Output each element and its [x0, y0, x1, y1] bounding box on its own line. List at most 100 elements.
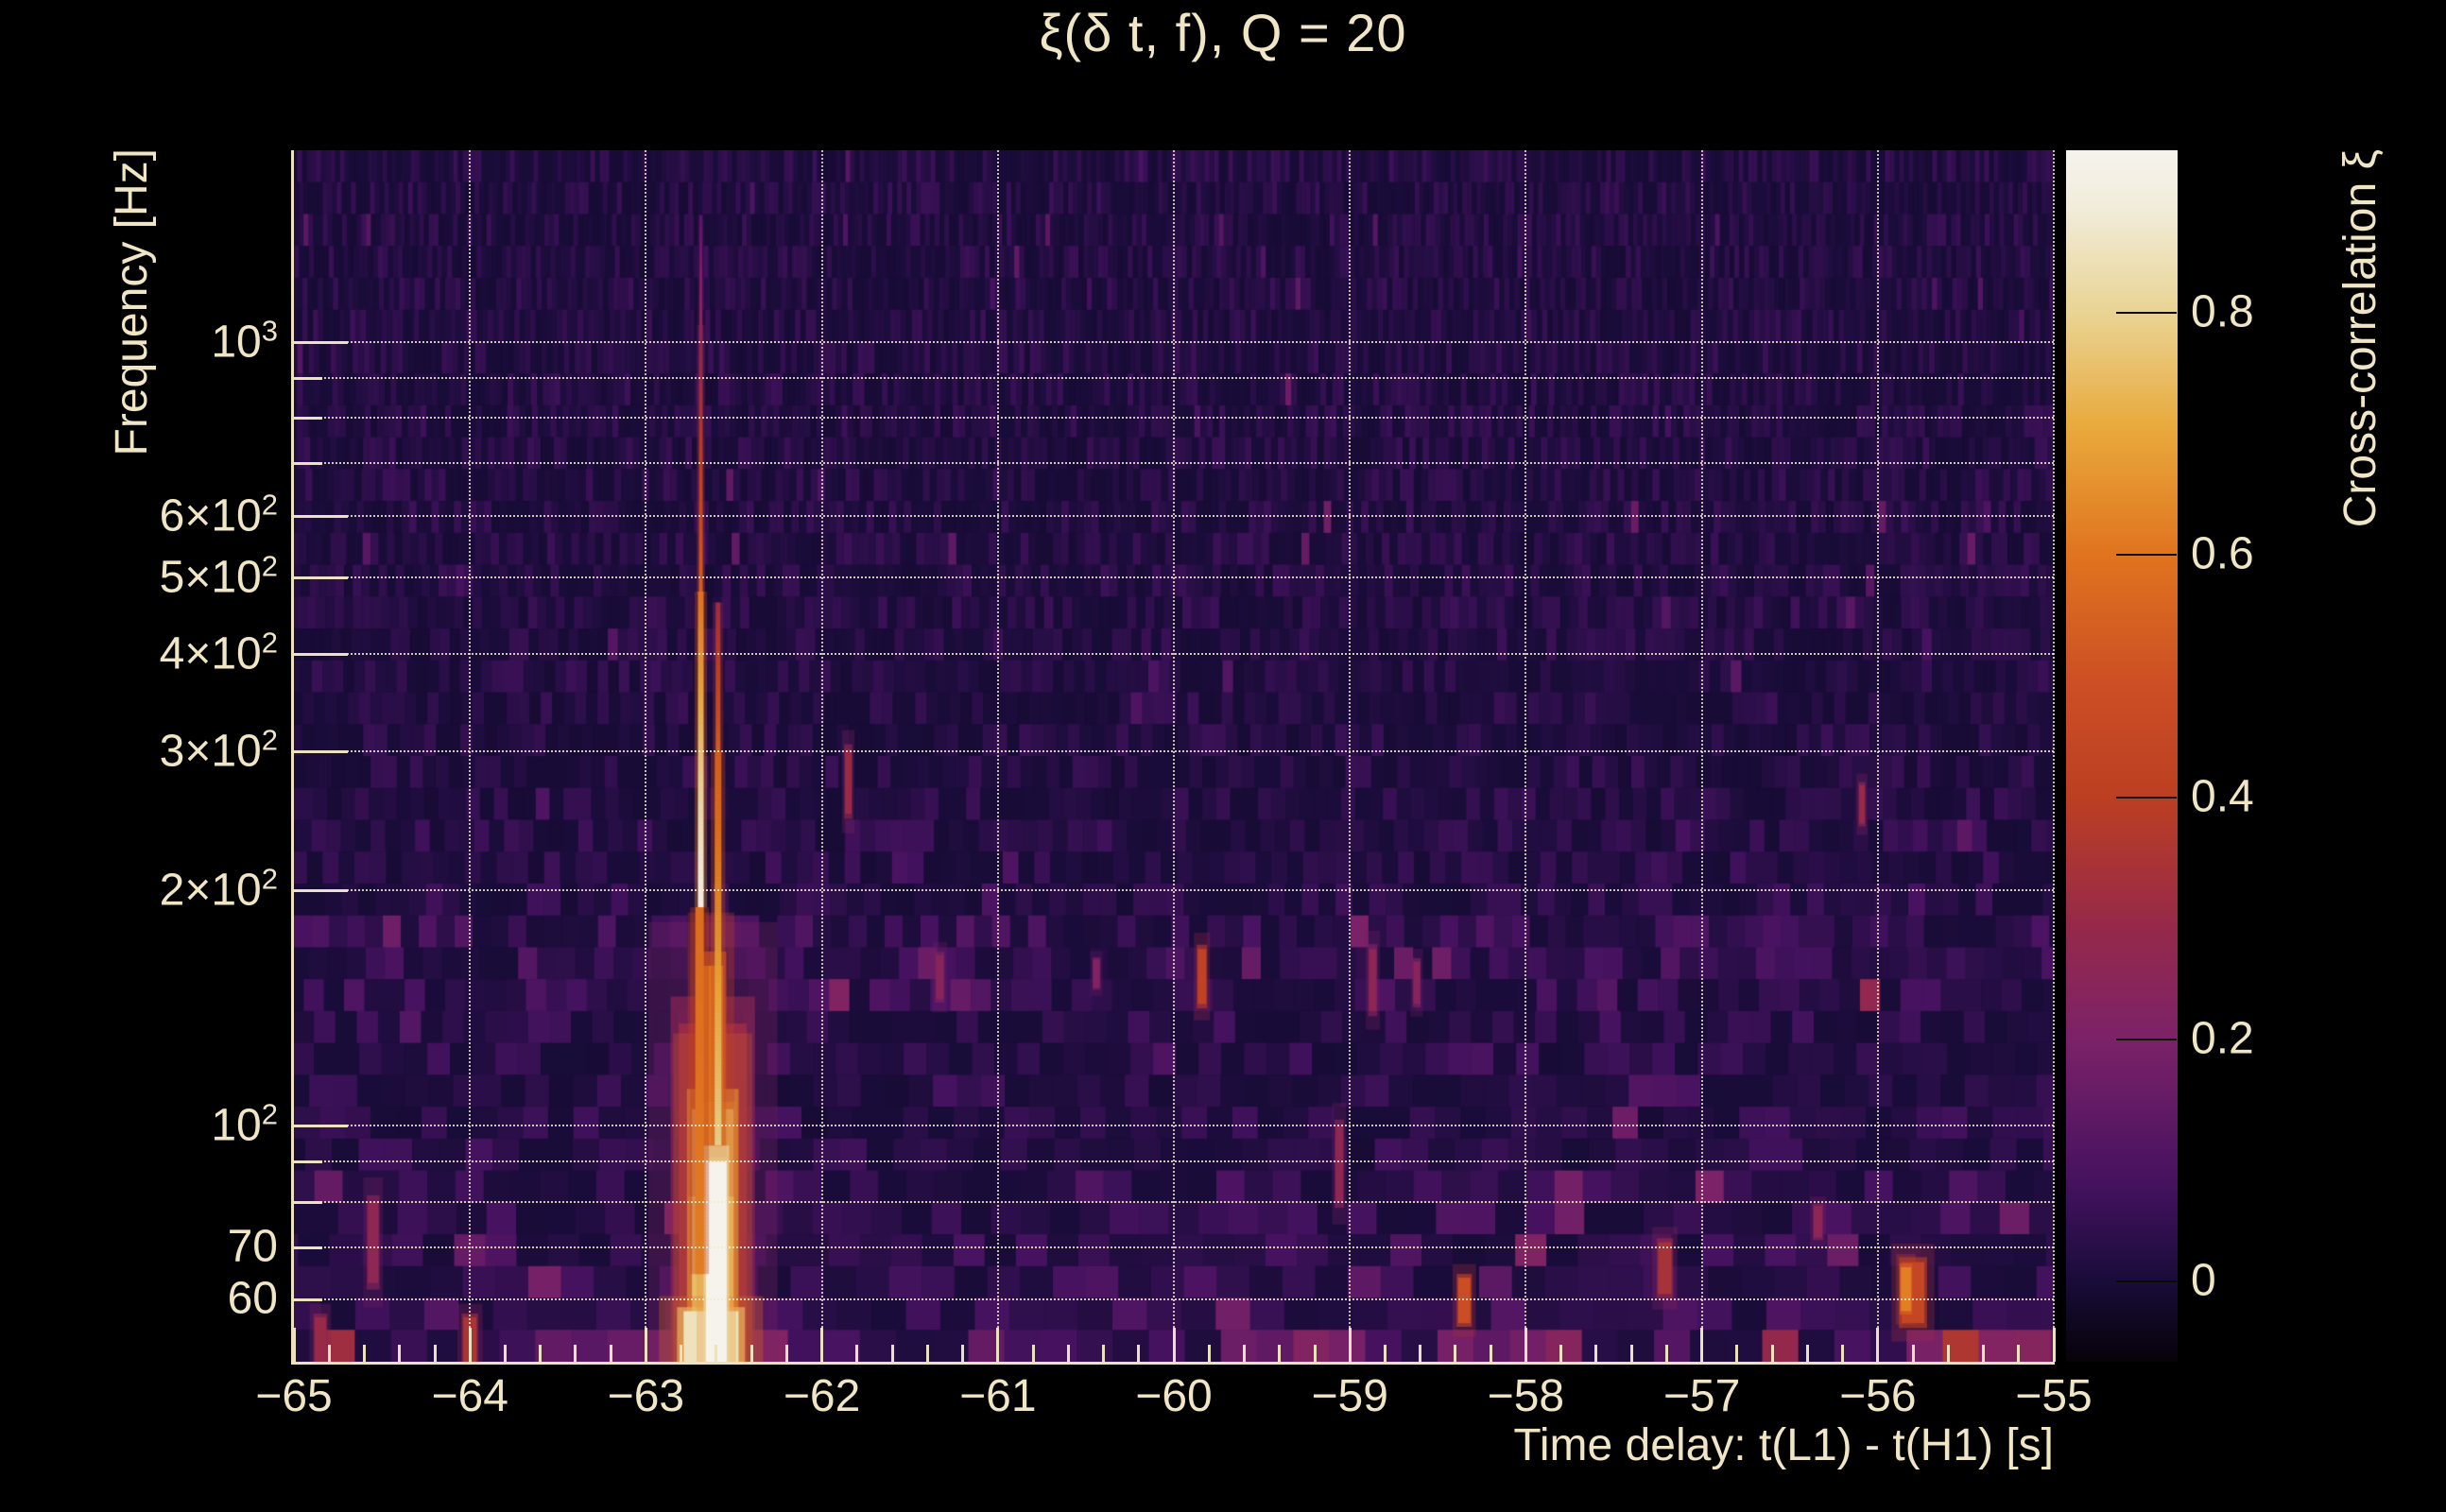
- y-tick-label: 2×102: [159, 861, 278, 915]
- y-tick-label: 70: [227, 1221, 278, 1272]
- x-tick-mark-minor: [398, 1345, 402, 1362]
- x-tick-mark-minor: [1031, 1345, 1035, 1362]
- gridline-v: [1349, 150, 1352, 1362]
- x-tick-mark-minor: [1102, 1345, 1105, 1362]
- x-tick-mark-minor: [1559, 1345, 1563, 1362]
- y-tick-mark: [294, 1246, 322, 1249]
- x-tick-mark-major: [468, 1328, 472, 1362]
- gridline-v: [996, 150, 999, 1362]
- y-tick-label: 6×102: [159, 488, 278, 541]
- x-tick-label: −63: [607, 1371, 685, 1421]
- x-tick-mark-minor: [574, 1345, 577, 1362]
- colorbar-tick-label: 0.4: [2191, 770, 2254, 821]
- y-tick-mark: [294, 750, 348, 754]
- x-tick-mark-major: [644, 1328, 647, 1362]
- x-tick-mark-minor: [2017, 1345, 2021, 1362]
- x-tick-label: −61: [959, 1371, 1037, 1421]
- x-tick-mark-minor: [784, 1345, 788, 1362]
- y-tick-mark: [294, 376, 322, 380]
- y-tick-label: 5×102: [159, 549, 278, 603]
- x-tick-mark-minor: [1066, 1345, 1070, 1362]
- y-tick-label: 3×102: [159, 723, 278, 777]
- colorbar-tick-mark: [2116, 311, 2177, 314]
- colorbar-tick-mark: [2116, 796, 2177, 799]
- x-tick-mark-minor: [1770, 1345, 1774, 1362]
- x-tick-mark-minor: [1243, 1345, 1246, 1362]
- x-tick-mark-minor: [925, 1345, 929, 1362]
- y-tick-label: 103: [211, 314, 278, 368]
- x-tick-mark-minor: [1207, 1345, 1211, 1362]
- x-tick-mark-minor: [680, 1345, 683, 1362]
- y-tick-mark: [294, 1200, 322, 1204]
- x-tick-mark-minor: [503, 1345, 507, 1362]
- gridline-v: [645, 150, 647, 1362]
- gridline-v: [2053, 150, 2055, 1362]
- x-tick-mark-minor: [1911, 1345, 1915, 1362]
- plot-area: [292, 150, 2056, 1362]
- x-tick-mark-minor: [749, 1345, 753, 1362]
- x-tick-mark-minor: [1982, 1345, 1985, 1362]
- x-tick-mark-major: [1700, 1328, 1704, 1362]
- x-tick-mark-minor: [1454, 1345, 1457, 1362]
- x-tick-label: −56: [1839, 1371, 1917, 1421]
- x-tick-mark-major: [1876, 1328, 1880, 1362]
- colorbar: [2066, 150, 2178, 1362]
- y-tick-mark: [294, 1125, 348, 1128]
- x-tick-label: −57: [1662, 1371, 1741, 1421]
- x-tick-mark-minor: [1946, 1345, 1950, 1362]
- y-tick-mark: [294, 340, 348, 344]
- colorbar-title: Cross-correlation ξ: [2335, 149, 2386, 528]
- colorbar-tick-mark: [2116, 1039, 2177, 1040]
- x-tick-mark-minor: [1735, 1345, 1739, 1362]
- x-tick-mark-minor: [855, 1345, 859, 1362]
- x-tick-mark-minor: [1594, 1345, 1598, 1362]
- x-tick-mark-major: [1524, 1328, 1527, 1362]
- y-tick-mark: [294, 462, 322, 466]
- y-tick-label: 4×102: [159, 626, 278, 679]
- x-tick-mark-minor: [433, 1345, 437, 1362]
- y-tick-mark: [294, 1160, 322, 1164]
- gridline-v: [469, 150, 472, 1362]
- x-tick-mark-minor: [1629, 1345, 1633, 1362]
- x-tick-label: −62: [783, 1371, 861, 1421]
- x-tick-label: −55: [2015, 1371, 2093, 1421]
- y-axis-title: Frequency [Hz]: [107, 148, 157, 456]
- colorbar-tick-mark: [2116, 1280, 2177, 1283]
- y-tick-mark: [294, 652, 348, 656]
- x-tick-label: −64: [431, 1371, 508, 1421]
- x-tick-mark-minor: [1805, 1345, 1809, 1362]
- x-tick-mark-minor: [609, 1345, 612, 1362]
- chart-title: ξ(δ t, f), Q = 20: [1039, 3, 1407, 62]
- gridline-v: [1524, 150, 1527, 1362]
- x-tick-mark-minor: [1489, 1345, 1492, 1362]
- x-tick-mark-minor: [327, 1345, 331, 1362]
- x-axis-title: Time delay: t(L1) - t(H1) [s]: [1513, 1420, 2054, 1470]
- x-tick-mark-minor: [1383, 1345, 1387, 1362]
- x-tick-mark-major: [820, 1328, 824, 1362]
- y-tick-mark: [294, 576, 348, 580]
- gridline-v: [820, 150, 823, 1362]
- x-tick-mark-major: [996, 1328, 1000, 1362]
- x-tick-mark-minor: [890, 1345, 894, 1362]
- y-tick-mark: [294, 514, 348, 518]
- colorbar-tick-label: 0.8: [2191, 286, 2254, 337]
- colorbar-tick-label: 0.2: [2191, 1013, 2254, 1064]
- x-tick-mark-major: [1348, 1328, 1352, 1362]
- y-tick-label: 102: [211, 1097, 278, 1151]
- y-tick-mark: [294, 888, 348, 892]
- x-tick-mark-minor: [961, 1345, 965, 1362]
- gridline-v: [1700, 150, 1703, 1362]
- colorbar-tick-label: 0.6: [2191, 528, 2254, 579]
- colorbar-tick-label: 0: [2191, 1255, 2216, 1306]
- x-tick-mark-minor: [1137, 1345, 1141, 1362]
- x-tick-label: −58: [1487, 1371, 1565, 1421]
- colorbar-tick-mark: [2116, 554, 2177, 557]
- figure: ξ(δ t, f), Q = 20 Frequency [Hz] 103 6×10…: [0, 0, 2446, 1512]
- x-tick-mark-minor: [363, 1345, 366, 1362]
- x-tick-label: −65: [255, 1371, 333, 1421]
- x-tick-mark-minor: [1419, 1345, 1422, 1362]
- gridline-v: [1173, 150, 1175, 1362]
- x-tick-mark-minor: [1278, 1345, 1282, 1362]
- x-tick-mark-minor: [1313, 1345, 1317, 1362]
- x-tick-mark-major: [2052, 1328, 2056, 1362]
